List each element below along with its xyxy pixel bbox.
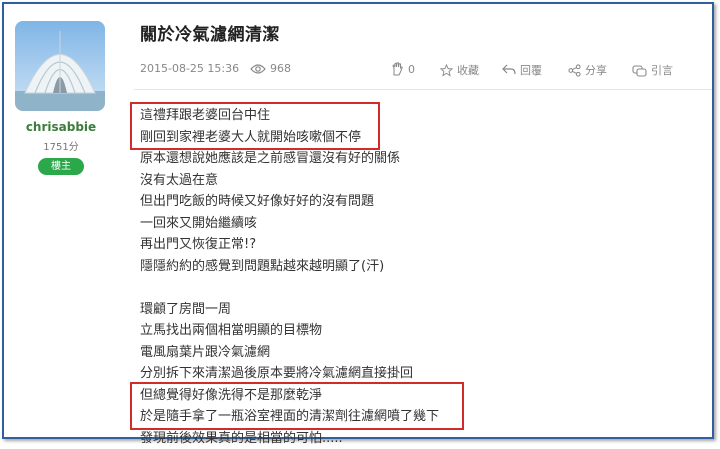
body-line: 原本還想說她應該是之前感冒還沒有好的關係 <box>140 148 700 170</box>
eye-icon <box>250 63 266 75</box>
post-title: 關於冷氣濾網清潔 <box>140 20 280 45</box>
highlight-box-bottom <box>130 382 464 430</box>
header-divider <box>134 89 712 90</box>
body-line: 發現前後效果真的是相當的可怕..... <box>140 428 700 449</box>
views-counter: 968 <box>250 62 291 75</box>
share-button[interactable]: 分享 <box>568 62 607 78</box>
body-line: 電風扇葉片跟冷氣濾網 <box>140 342 700 364</box>
hand-icon <box>390 62 404 76</box>
body-line: 環顧了房間一周 <box>140 299 700 321</box>
blank-line <box>140 277 700 299</box>
body-line: 立馬找出兩個相當明顯的目標物 <box>140 320 700 342</box>
body-line: 一回來又開始繼續咳 <box>140 213 700 235</box>
quote-icon <box>632 64 647 77</box>
body-line: 沒有太過在意 <box>140 170 700 192</box>
author-points: 1751分 <box>4 138 118 153</box>
like-button[interactable]: 0 <box>390 62 415 76</box>
author-username[interactable]: chrisabbie <box>4 120 118 134</box>
reply-icon <box>502 64 516 76</box>
op-badge: 樓主 <box>38 158 84 175</box>
post-meta-bar: 2015-08-25 15:36 968 0 收藏 回覆 <box>140 60 710 80</box>
body-line: 隱隱約約的感覺到問題點越來越明顯了(汗) <box>140 256 700 278</box>
quote-button[interactable]: 引言 <box>632 62 673 78</box>
reply-button[interactable]: 回覆 <box>502 62 542 78</box>
post-timestamp: 2015-08-25 15:36 <box>140 62 239 75</box>
collect-button[interactable]: 收藏 <box>440 62 479 78</box>
star-icon <box>440 64 453 77</box>
post-card: chrisabbie 1751分 樓主 關於冷氣濾網清潔 2015-08-25 … <box>2 2 714 439</box>
highlight-box-top <box>130 102 380 150</box>
body-line: 但出門吃飯的時候又好像好好的沒有問題 <box>140 191 700 213</box>
body-line: 再出門又恢復正常!? <box>140 234 700 256</box>
share-icon <box>568 64 581 77</box>
avatar[interactable] <box>15 21 105 111</box>
